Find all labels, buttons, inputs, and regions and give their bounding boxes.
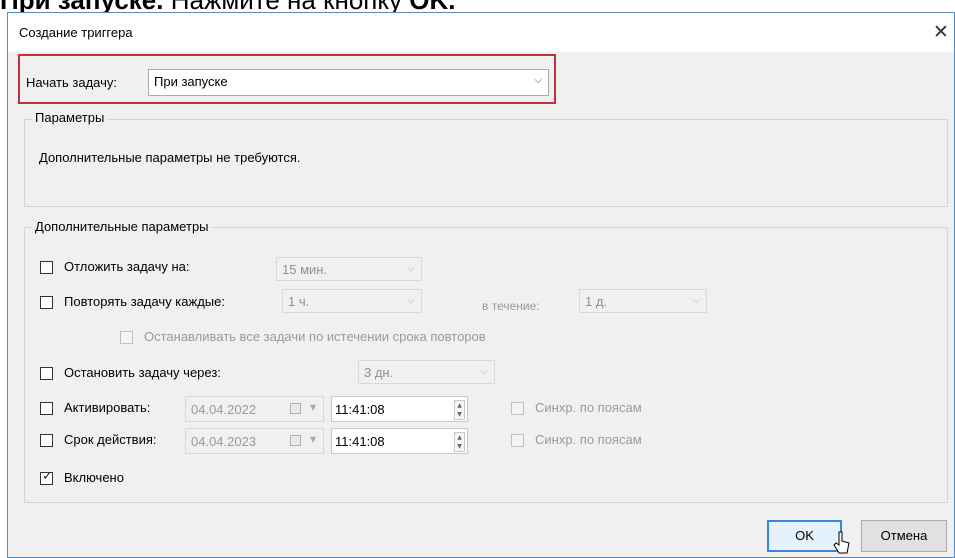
spinner-icon[interactable]: ▲ ▼ (454, 432, 465, 452)
chevron-down-icon: ⌵ (407, 263, 415, 274)
chevron-down-icon: ⌵ (407, 295, 415, 306)
stop-after-select[interactable]: 3 дн. ⌵ (358, 360, 495, 384)
calendar-icon[interactable] (290, 435, 301, 446)
delay-checkbox[interactable] (40, 261, 53, 274)
activate-sync-label: Синхр. по поясам (535, 400, 642, 415)
start-task-select[interactable]: При запуске ⌵ (148, 69, 549, 96)
create-trigger-dialog: Создание триггера ✕ Начать задачу: При з… (7, 12, 955, 558)
close-icon[interactable]: ✕ (928, 19, 954, 45)
delay-value: 15 мин. (282, 262, 328, 277)
ok-button[interactable]: OK (767, 520, 842, 552)
expire-date[interactable]: 04.04.2023 ▼ (185, 428, 324, 454)
chevron-down-icon: ⌵ (480, 366, 488, 377)
stop-after-label: Остановить задачу через: (64, 365, 221, 380)
expire-sync-label: Синхр. по поясам (535, 432, 642, 447)
activate-time-value: 11:41:08 (335, 402, 385, 417)
enabled-checkbox[interactable]: ✓ (40, 469, 53, 485)
enabled-label: Включено (64, 470, 124, 485)
delay-select[interactable]: 15 мин. ⌵ (276, 257, 422, 281)
activate-date-value: 04.04.2022 (191, 402, 257, 417)
checkmark-icon: ✓ (42, 469, 53, 484)
repeat-checkbox[interactable] (40, 296, 53, 309)
title-bar: Создание триггера ✕ (8, 13, 954, 52)
activate-time[interactable]: 11:41:08 ▲ ▼ (331, 396, 468, 422)
mouse-cursor-icon (833, 531, 850, 554)
start-task-value: При запуске (154, 74, 228, 89)
repeat-value: 1 ч. (288, 294, 310, 309)
expire-time-value: 11:41:08 (335, 434, 385, 449)
expire-label: Срок действия: (64, 432, 157, 447)
activate-label: Активировать: (64, 400, 151, 415)
calendar-icon[interactable] (290, 403, 301, 414)
stop-all-label: Останавливать все задачи по истечении ср… (144, 329, 486, 344)
repeat-label: Повторять задачу каждые: (64, 294, 225, 309)
chevron-down-icon: ⌵ (534, 75, 542, 86)
stop-after-value: 3 дн. (364, 365, 394, 380)
parameters-title: Параметры (32, 110, 108, 125)
expire-time[interactable]: 11:41:08 ▲ ▼ (331, 428, 468, 454)
chevron-down-icon: ▼ (309, 435, 316, 444)
repeat-duration-value: 1 д. (585, 294, 608, 309)
chevron-down-icon: ▼ (309, 403, 316, 412)
advanced-title: Дополнительные параметры (32, 219, 212, 234)
stop-all-checkbox[interactable] (120, 331, 133, 344)
dialog-title: Создание триггера (19, 25, 133, 40)
repeat-duration-label: в течение: (482, 299, 540, 313)
expire-checkbox[interactable] (40, 434, 53, 447)
repeat-select[interactable]: 1 ч. ⌵ (282, 289, 422, 313)
repeat-duration-select[interactable]: 1 д. ⌵ (579, 289, 707, 313)
expire-date-value: 04.04.2023 (191, 434, 257, 449)
stop-after-checkbox[interactable] (40, 367, 53, 380)
cancel-button[interactable]: Отмена (861, 520, 947, 552)
delay-label: Отложить задачу на: (64, 259, 190, 274)
chevron-down-icon: ⌵ (692, 295, 700, 306)
spinner-icon[interactable]: ▲ ▼ (454, 400, 465, 420)
parameters-text: Дополнительные параметры не требуются. (39, 150, 301, 165)
activate-date[interactable]: 04.04.2022 ▼ (185, 396, 324, 422)
activate-checkbox[interactable] (40, 402, 53, 415)
expire-sync-checkbox[interactable] (511, 434, 524, 447)
start-task-label: Начать задачу: (26, 75, 117, 90)
activate-sync-checkbox[interactable] (511, 402, 524, 415)
